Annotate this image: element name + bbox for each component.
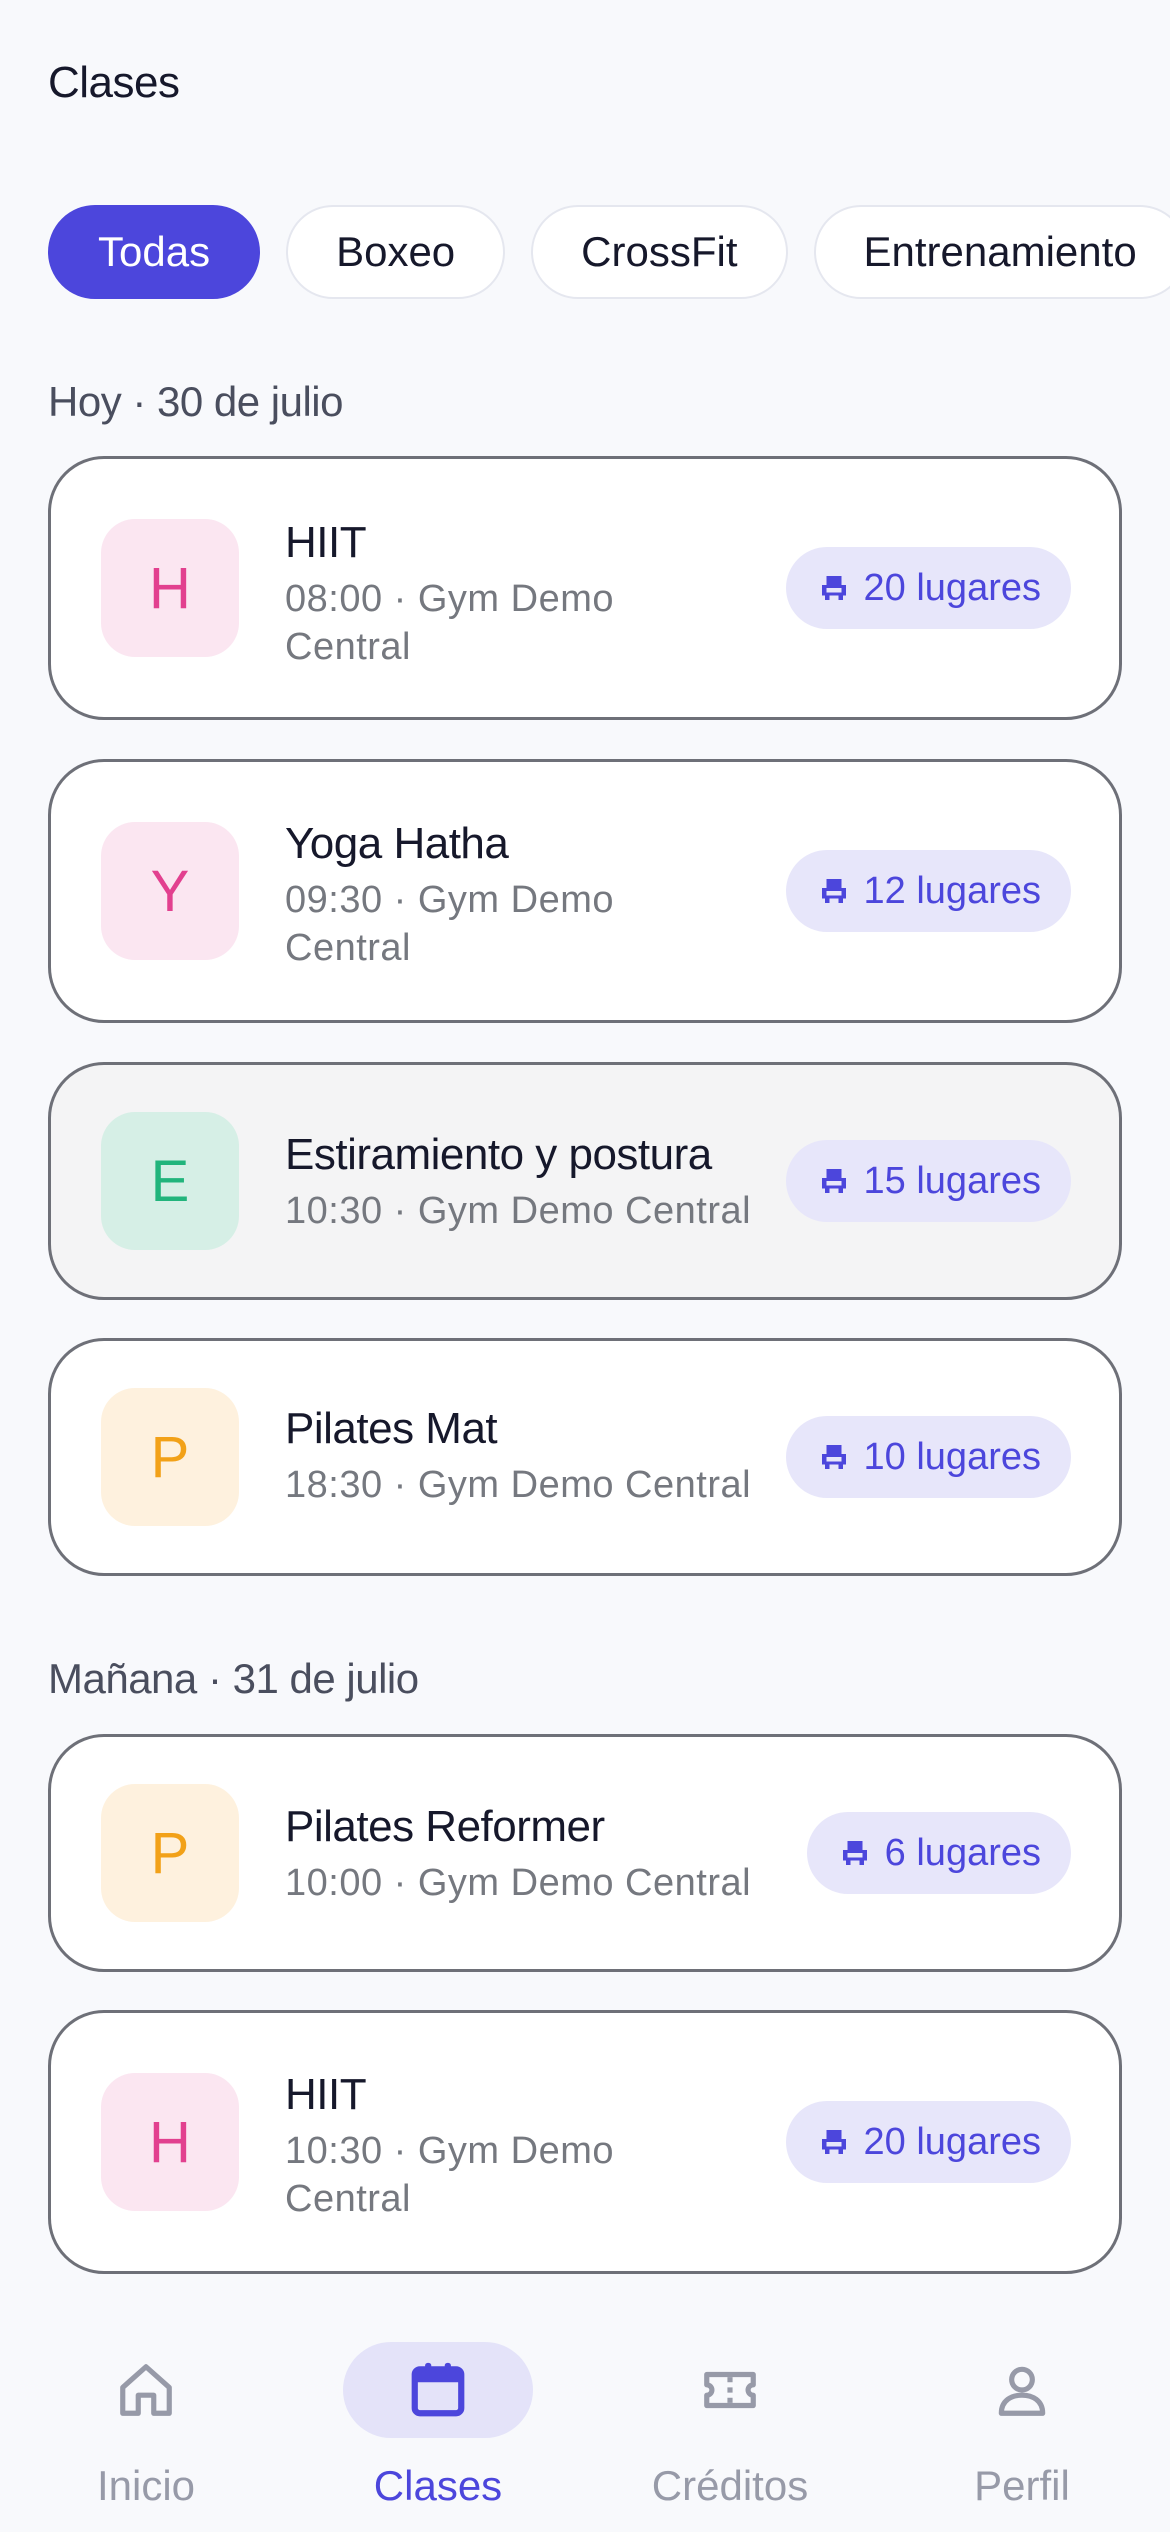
spots-label: 6 lugares (884, 1831, 1041, 1874)
class-name: Pilates Mat (285, 1404, 498, 1453)
class-card[interactable]: H HIIT 08:00 · Gym Demo Central 20 lugar… (48, 456, 1122, 720)
seat-icon (821, 1445, 846, 1469)
nav-label: Perfil (974, 2462, 1070, 2509)
class-meta: 18:30 · Gym Demo Central (285, 1464, 752, 1506)
nav-item-perfil[interactable]: Perfil (876, 2280, 1168, 2532)
filter-chip-entrenamiento[interactable]: Entrenamiento (813, 205, 1170, 299)
class-meta: 10:30 · Gym Demo Central (285, 1190, 752, 1232)
spots-label: 10 lugares (863, 1435, 1041, 1478)
ticket-icon (704, 2371, 756, 2409)
spots-label: 15 lugares (863, 1159, 1041, 1202)
nav-item-inicio[interactable]: Inicio (0, 2280, 292, 2532)
nav-label: Créditos (651, 2462, 809, 2509)
class-avatar: H (101, 519, 239, 657)
filter-chip-todas[interactable]: Todas (48, 205, 261, 299)
class-name: HIIT (285, 2070, 367, 2119)
nav-item-clases[interactable]: Clases (292, 2280, 584, 2532)
seat-icon (821, 576, 846, 600)
class-name: Yoga Hatha (285, 819, 509, 868)
class-meta: 10:00 · Gym Demo Central (285, 1862, 752, 1904)
class-meta: 09:30 · Gym Demo Central (285, 879, 614, 969)
page-title: Clases (48, 58, 180, 107)
nav-item-creditos[interactable]: Créditos (584, 2280, 876, 2532)
seat-icon (842, 1841, 867, 1865)
nav-label: Inicio (96, 2462, 196, 2509)
filter-chip-crossfit[interactable]: CrossFit (531, 205, 788, 299)
class-name: Pilates Reformer (285, 1802, 605, 1851)
bottom-nav: Inicio Clases Créditos Perfil (0, 2280, 1170, 2532)
class-avatar: P (101, 1784, 239, 1922)
class-card[interactable]: P Pilates Mat 18:30 · Gym Demo Central 1… (48, 1338, 1122, 1576)
class-avatar: Y (101, 822, 239, 960)
spots-label: 12 lugares (863, 869, 1041, 912)
filter-chip-boxeo[interactable]: Boxeo (286, 205, 506, 299)
filter-chips: Todas Boxeo CrossFit Entrenamiento (48, 205, 1170, 299)
seat-icon (821, 1169, 846, 1193)
seat-icon (821, 879, 846, 903)
spots-badge: 20 lugares (785, 547, 1071, 629)
spots-badge: 15 lugares (785, 1140, 1071, 1222)
class-card[interactable]: P Pilates Reformer 10:00 · Gym Demo Cent… (48, 1734, 1122, 1972)
class-avatar: H (101, 2073, 239, 2211)
home-icon (120, 2364, 172, 2416)
spots-label: 20 lugares (863, 566, 1041, 609)
spots-label: 20 lugares (863, 2120, 1041, 2163)
spots-badge: 10 lugares (785, 1416, 1071, 1498)
class-meta: 08:00 · Gym Demo Central (285, 578, 614, 668)
spots-badge: 12 lugares (785, 850, 1071, 932)
spots-badge: 20 lugares (785, 2101, 1071, 2183)
class-name: HIIT (285, 518, 367, 567)
class-name: Estiramiento y postura (285, 1130, 712, 1179)
section-header-today: Hoy · 30 de julio (48, 378, 344, 425)
spots-badge: 6 lugares (806, 1812, 1071, 1894)
class-card[interactable]: H HIIT 10:30 · Gym Demo Central 20 lugar… (48, 2010, 1122, 2274)
class-avatar: P (101, 1388, 239, 1526)
class-card[interactable]: E Estiramiento y postura 10:30 · Gym Dem… (48, 1062, 1122, 1300)
user-icon (998, 2366, 1046, 2416)
class-meta: 10:30 · Gym Demo Central (285, 2130, 614, 2220)
section-header-tomorrow: Mañana · 31 de julio (48, 1655, 419, 1702)
seat-icon (821, 2130, 846, 2154)
class-avatar: E (101, 1112, 239, 1250)
nav-label: Clases (373, 2462, 503, 2509)
class-card[interactable]: Y Yoga Hatha 09:30 · Gym Demo Central 12… (48, 759, 1122, 1023)
calendar-icon (411, 2362, 465, 2417)
